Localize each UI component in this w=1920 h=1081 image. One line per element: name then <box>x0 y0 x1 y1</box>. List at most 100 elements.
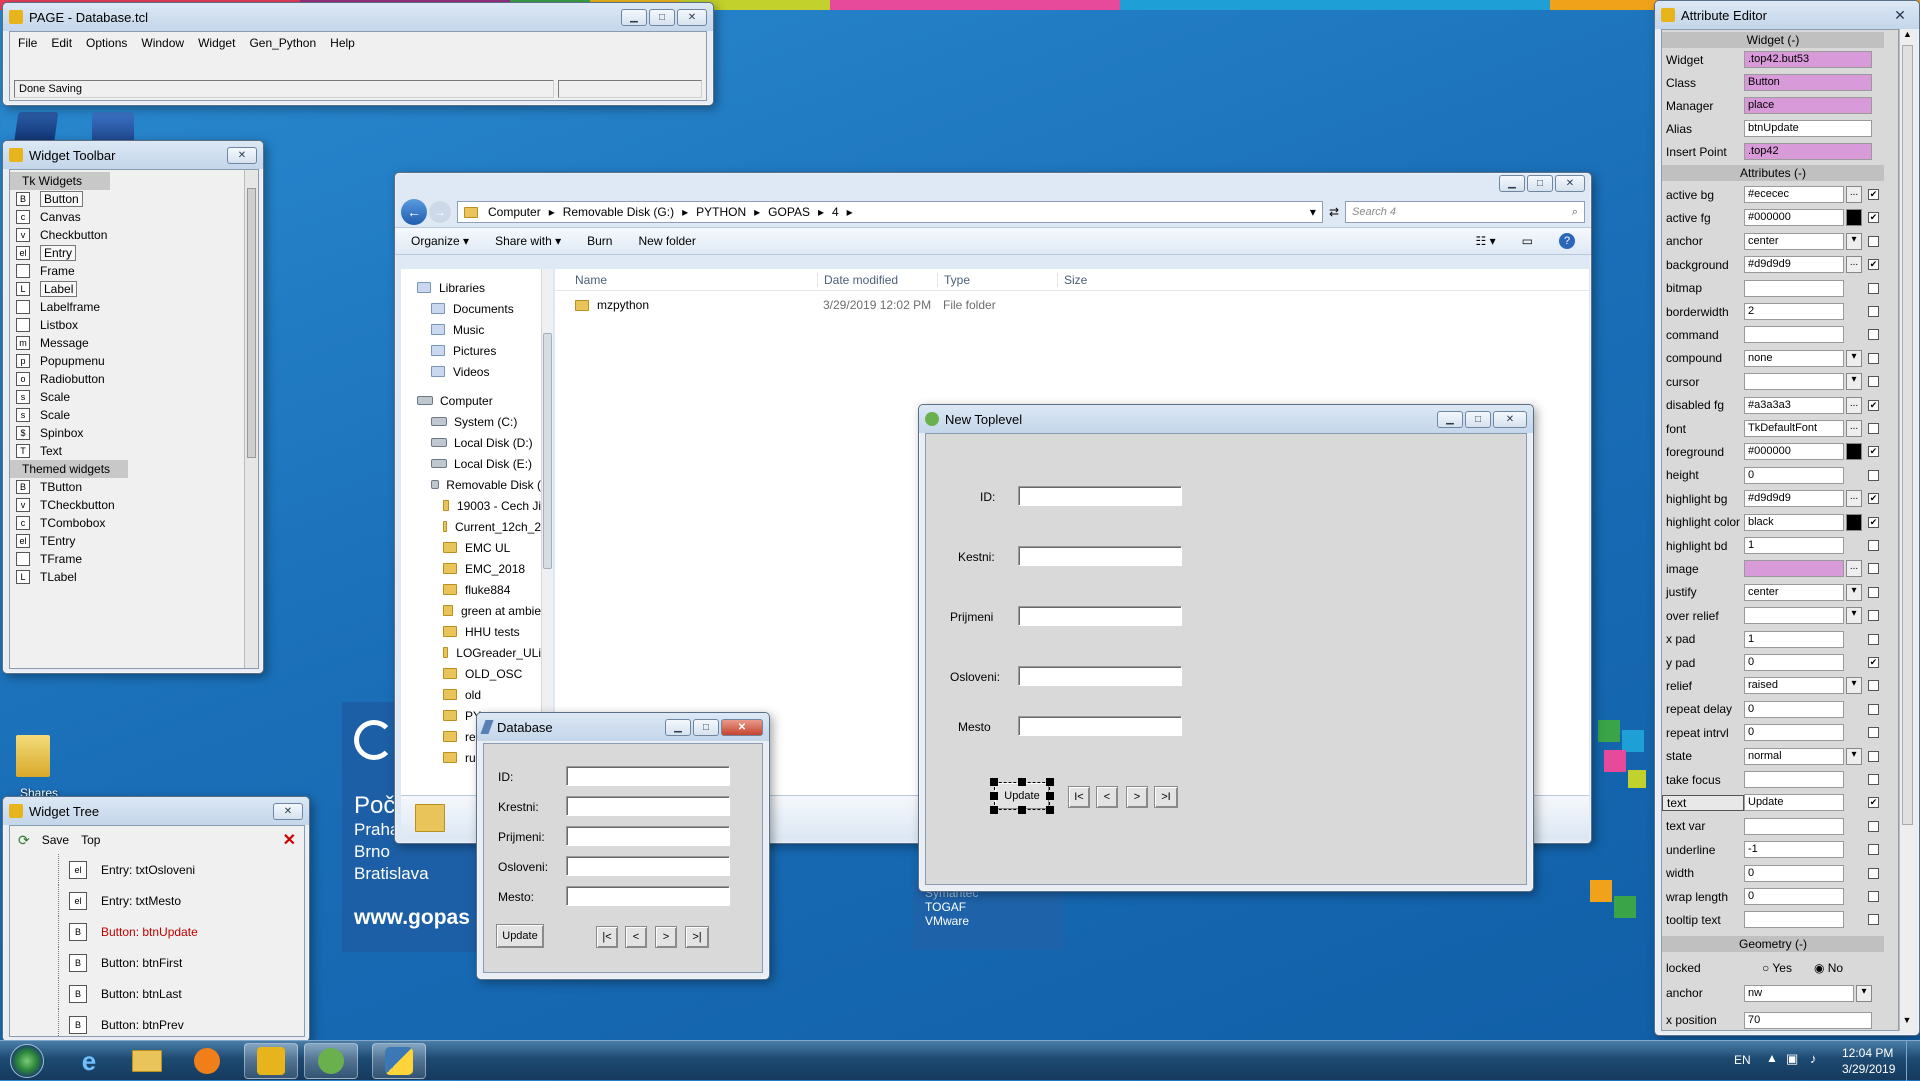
dropdown-arrow-icon[interactable]: ▾ <box>1846 607 1862 625</box>
attribute-value[interactable] <box>1744 771 1844 788</box>
attribute-value[interactable]: normal <box>1744 747 1844 765</box>
geometry-anchor-value[interactable]: nw <box>1744 984 1854 1002</box>
close-icon[interactable]: ✕ <box>1555 175 1585 192</box>
toolbar-item-tbutton[interactable]: B TButton <box>10 478 258 496</box>
toolbar-item-popupmenu[interactable]: p Popupmenu <box>10 352 258 370</box>
dropdown-arrow-icon[interactable]: ▾ <box>1846 677 1862 695</box>
refresh-icon[interactable]: ⇄ <box>1329 205 1339 219</box>
tree-node[interactable]: B Button: btnLast <box>58 978 304 1009</box>
default-checkbox[interactable] <box>1868 727 1879 739</box>
nav-folder-item[interactable]: EMC UL <box>417 537 541 558</box>
organize-button[interactable]: Organize ▾ <box>411 234 469 248</box>
help-icon[interactable]: ? <box>1559 233 1575 249</box>
dropdown-arrow-icon[interactable]: ▾ <box>1846 373 1862 391</box>
attribute-value[interactable]: center <box>1744 583 1844 601</box>
attribute-value[interactable]: #ececec <box>1744 186 1844 203</box>
shares-folder-icon[interactable] <box>16 735 50 777</box>
toolbar-item-canvas[interactable]: c Canvas <box>10 208 258 226</box>
close-icon[interactable]: ✕ <box>1887 7 1913 24</box>
editor-scrollbar[interactable]: ▲ ▼ <box>1899 29 1915 1031</box>
last-button[interactable]: >I <box>1154 786 1178 808</box>
tree-node[interactable]: el Entry: txtOsloveni <box>58 854 304 885</box>
locked-yes-radio[interactable]: ○ Yes <box>1762 961 1792 975</box>
nav-folder-item[interactable]: HHU tests <box>417 621 541 642</box>
db-entry-osloveni[interactable] <box>566 856 730 876</box>
toolbar-item-frame[interactable]: Frame <box>10 262 258 280</box>
preview-pane-icon[interactable]: ▭ <box>1522 234 1533 248</box>
attribute-value[interactable]: Update <box>1744 794 1844 812</box>
entry-id[interactable] <box>1018 486 1182 506</box>
attribute-value[interactable] <box>1744 560 1844 578</box>
nav-folder-item[interactable]: fluke884 <box>417 579 541 600</box>
toolbar-item-labelframe[interactable]: Labelframe <box>10 298 258 316</box>
menu-options[interactable]: Options <box>86 36 127 50</box>
default-checkbox[interactable]: ✔ <box>1868 189 1879 200</box>
clock-time[interactable]: 12:04 PM <box>1842 1046 1893 1060</box>
entry-osloveni[interactable] <box>1018 666 1182 686</box>
minimize-icon[interactable]: ▁ <box>621 8 647 26</box>
nav-drive-item[interactable]: Local Disk (E:) <box>417 453 541 474</box>
tree-top-button[interactable]: Top <box>81 833 100 847</box>
default-checkbox[interactable]: ✔ <box>1868 446 1879 458</box>
clock-date[interactable]: 3/29/2019 <box>1842 1062 1895 1076</box>
toolbar-item-checkbutton[interactable]: v Checkbutton <box>10 226 258 244</box>
menu-edit[interactable]: Edit <box>51 36 72 50</box>
nav-drive-item[interactable]: Removable Disk ( <box>417 474 541 495</box>
default-checkbox[interactable]: ✔ <box>1868 657 1879 668</box>
db-last-button[interactable]: >| <box>685 926 709 948</box>
attribute-value[interactable]: 1 <box>1744 537 1844 554</box>
toolbar-item-tcheckbutton[interactable]: v TCheckbutton <box>10 496 258 514</box>
refresh-icon[interactable]: ⟳ <box>18 832 30 849</box>
attribute-value[interactable]: #a3a3a3 <box>1744 396 1844 414</box>
back-icon[interactable]: ← <box>401 199 427 225</box>
toolbar-scrollbar[interactable] <box>244 170 258 668</box>
scrollbar-down-icon[interactable]: ▼ <box>1900 1015 1914 1031</box>
default-checkbox[interactable]: ✔ <box>1868 797 1879 809</box>
taskbar-ie-button[interactable]: e <box>62 1043 116 1079</box>
color-swatch-button[interactable] <box>1846 209 1862 227</box>
page-titlebar[interactable]: PAGE - Database.tcl ▁ □ ✕ <box>3 3 713 31</box>
nav-libraries[interactable]: Libraries <box>417 277 541 298</box>
maximize-icon[interactable]: □ <box>693 718 719 736</box>
toolbar-item-text[interactable]: T Text <box>10 442 258 460</box>
attribute-value[interactable] <box>1744 607 1844 625</box>
nav-library-item[interactable]: Pictures <box>417 340 541 361</box>
themed-widgets-header[interactable]: Themed widgets <box>10 460 128 478</box>
toolbar-item-tlabel[interactable]: L TLabel <box>10 568 258 586</box>
tk-widgets-header[interactable]: Tk Widgets <box>10 172 110 190</box>
column-name[interactable]: Name <box>555 273 817 287</box>
attribute-value[interactable]: #000000 <box>1744 443 1844 461</box>
maximize-icon[interactable]: □ <box>649 8 675 26</box>
entry-mesto[interactable] <box>1018 716 1182 736</box>
ellipsis-button[interactable]: ... <box>1846 396 1862 414</box>
scrollbar-thumb[interactable] <box>247 188 256 458</box>
entry-kestni[interactable] <box>1018 546 1182 566</box>
prop-value[interactable]: place <box>1744 97 1872 114</box>
db-next-button[interactable]: > <box>655 926 677 948</box>
new-folder-button[interactable]: New folder <box>638 234 695 248</box>
default-checkbox[interactable]: ✔ <box>1868 399 1879 411</box>
default-checkbox[interactable] <box>1868 376 1879 388</box>
column-date-modified[interactable]: Date modified <box>817 272 937 287</box>
attribute-value[interactable]: TkDefaultFont <box>1744 420 1844 437</box>
db-entry-id[interactable] <box>566 766 730 786</box>
database-titlebar[interactable]: Database ▁ □ ✕ <box>477 713 769 741</box>
geometry-section-header[interactable]: Geometry (-) <box>1662 935 1884 952</box>
default-checkbox[interactable] <box>1868 914 1879 926</box>
close-icon[interactable]: ✕ <box>1493 410 1527 428</box>
default-checkbox[interactable] <box>1868 329 1879 341</box>
tree-save-button[interactable]: Save <box>42 833 69 847</box>
attribute-value[interactable]: 2 <box>1744 303 1844 320</box>
nav-computer[interactable]: Computer <box>417 390 541 411</box>
close-icon[interactable]: ✕ <box>677 8 707 26</box>
db-entry-prijmeni[interactable] <box>566 826 730 846</box>
attribute-value[interactable] <box>1744 911 1844 929</box>
toolbar-item-tentry[interactable]: el TEntry <box>10 532 258 550</box>
selection-handles[interactable] <box>990 778 1054 814</box>
maximize-icon[interactable]: □ <box>1527 175 1553 192</box>
default-checkbox[interactable] <box>1868 610 1879 622</box>
attribute-value[interactable] <box>1744 373 1844 391</box>
attribute-value[interactable]: center <box>1744 232 1844 250</box>
attribute-value[interactable] <box>1744 817 1844 835</box>
ellipsis-button[interactable]: ... <box>1846 490 1862 508</box>
